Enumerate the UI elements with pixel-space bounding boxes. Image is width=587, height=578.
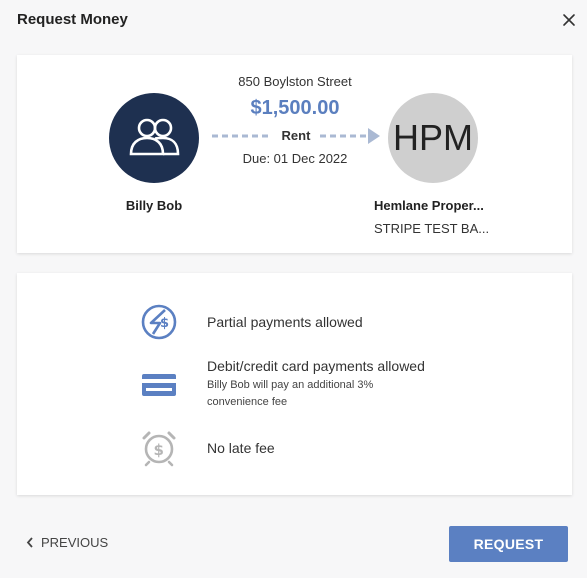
partial-payment-icon: $ [139, 302, 179, 342]
payee-account: STRIPE TEST BA... [374, 221, 490, 236]
transfer-arrow: Rent [210, 126, 382, 146]
modal-title: Request Money [17, 11, 128, 28]
chevron-left-icon [26, 537, 33, 548]
svg-text:$: $ [160, 316, 169, 331]
transfer-summary-card: Billy Bob 850 Boylston Street $1,500.00 … [17, 55, 572, 253]
card-payment-text: Debit/credit card payments allowed [207, 358, 425, 374]
payment-category: Rent [281, 128, 311, 143]
alarm-clock-dollar-icon: $ [139, 427, 179, 467]
close-icon[interactable] [561, 12, 577, 28]
payee-initials: HPM [393, 117, 473, 158]
due-date: Due: 01 Dec 2022 [242, 151, 348, 166]
partial-payment-text: Partial payments allowed [207, 314, 363, 330]
property-address: 850 Boylston Street [238, 74, 352, 89]
card-payment-subtext: Billy Bob will pay an additional 3% conv… [207, 379, 374, 408]
previous-label: PREVIOUS [41, 535, 109, 550]
request-button[interactable]: REQUEST [449, 526, 568, 562]
payee-avatar: HPM [388, 93, 478, 183]
payee-name: Hemlane Proper... [374, 198, 484, 213]
payment-terms-card: $ Partial payments allowed Debit/credit … [17, 273, 572, 495]
payer-name: Billy Bob [125, 198, 183, 213]
request-amount: $1,500.00 [250, 97, 340, 119]
late-fee-text: No late fee [207, 440, 275, 456]
credit-card-icon [139, 365, 179, 405]
previous-button[interactable]: PREVIOUS [26, 535, 108, 550]
svg-text:$: $ [154, 441, 164, 459]
payer-avatar [109, 93, 199, 183]
users-icon [129, 118, 180, 156]
